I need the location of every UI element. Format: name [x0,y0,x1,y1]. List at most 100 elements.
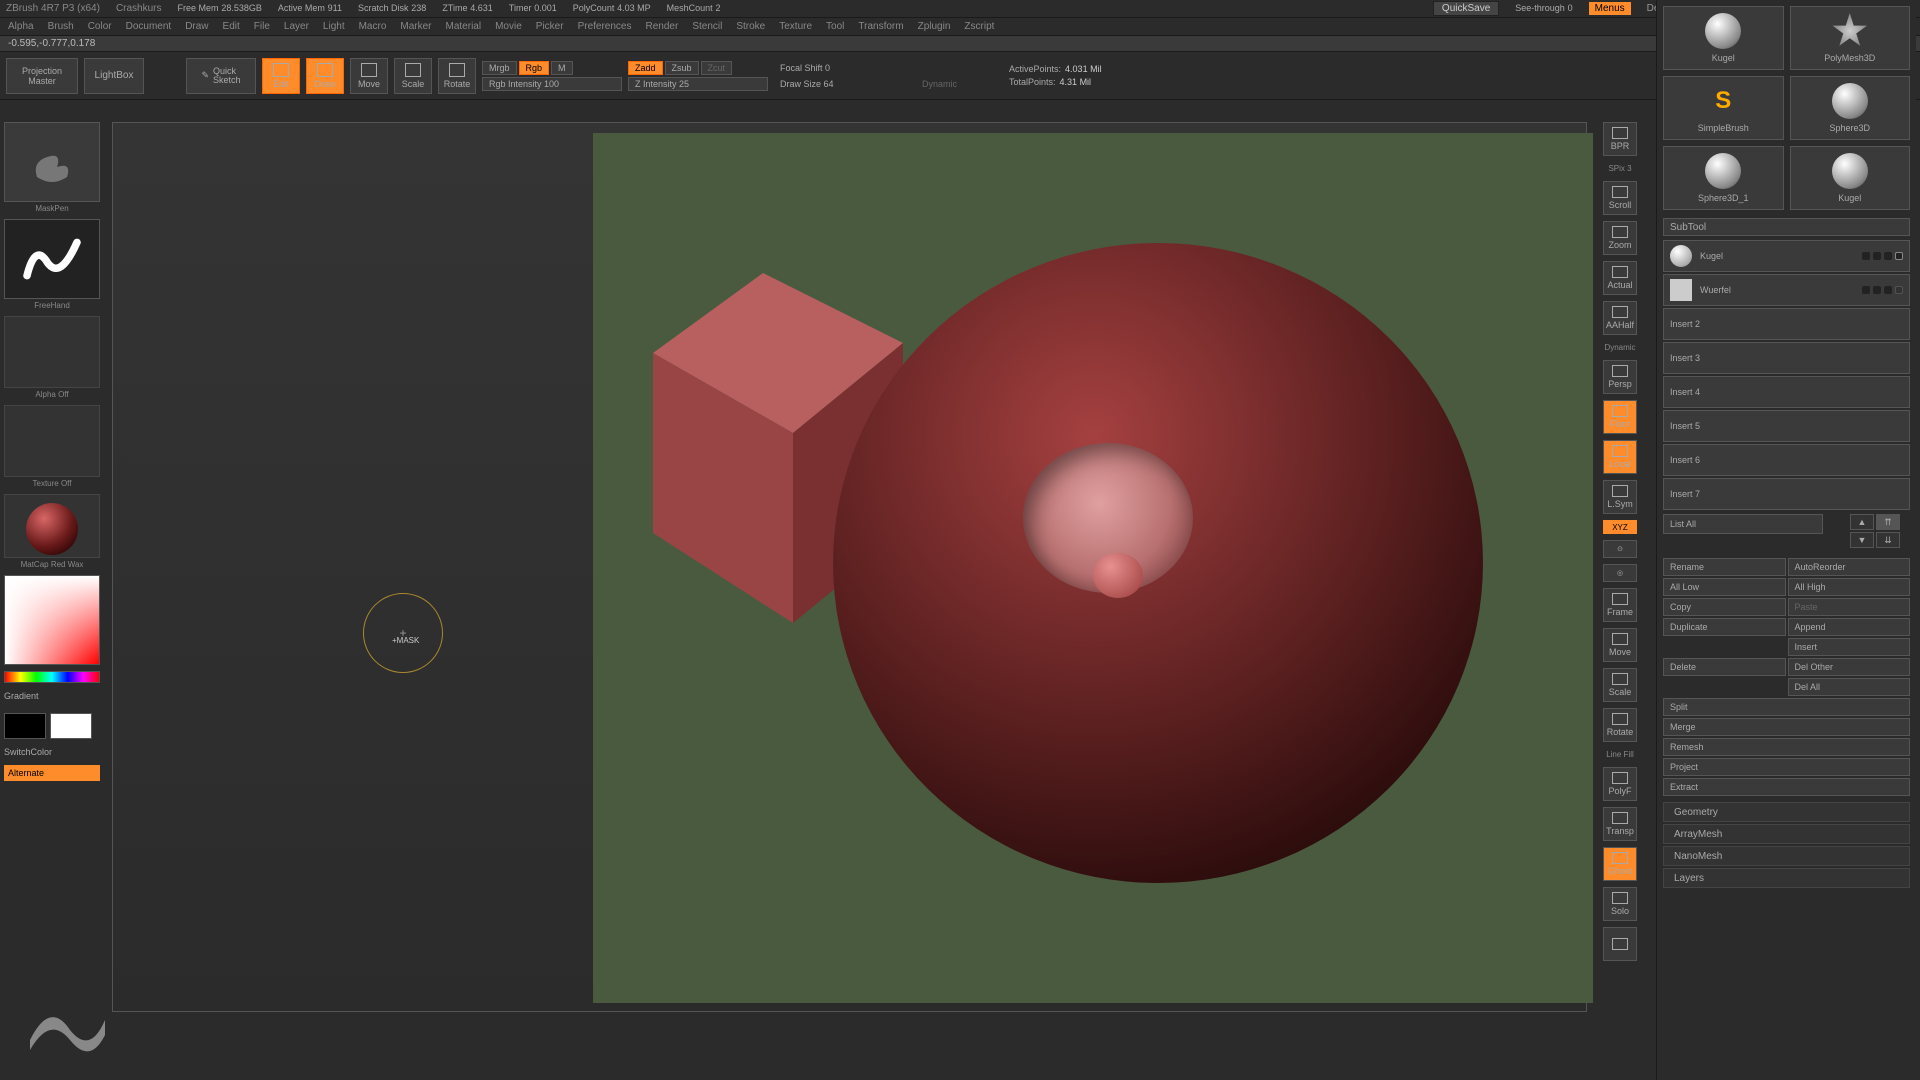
zsub-button[interactable]: Zsub [665,61,699,75]
quicksave-button[interactable]: QuickSave [1433,1,1499,16]
tool-sphere3d[interactable]: Sphere3D [1790,76,1911,140]
rename-button[interactable]: Rename [1663,558,1786,576]
edit-mode-button[interactable]: Edit [262,58,300,94]
extract-button[interactable]: Extract [1663,778,1910,796]
projection-master-button[interactable]: ProjectionMaster [6,58,78,94]
actual-button[interactable]: Actual [1603,261,1637,295]
m-button[interactable]: M [551,61,573,75]
frame-button[interactable]: Frame [1603,588,1637,622]
menu-edit[interactable]: Edit [223,21,240,32]
list-all-button[interactable]: List All [1663,514,1823,534]
tool-kugel[interactable]: Kugel [1663,6,1784,70]
subtool-row-3[interactable]: Insert 3 [1663,342,1910,374]
hue-bar[interactable] [4,671,100,683]
swatch-white[interactable] [50,713,92,739]
rotate-mode-button[interactable]: Rotate [438,58,476,94]
brush-thumbnail[interactable] [4,122,100,202]
solo-button[interactable]: Solo [1603,887,1637,921]
mrgb-button[interactable]: Mrgb [482,61,517,75]
center-icon[interactable]: ⊙ [1603,540,1637,558]
subtool-header[interactable]: SubTool [1663,218,1910,236]
material-thumbnail[interactable] [4,494,100,558]
menus-button[interactable]: Menus [1589,2,1631,15]
alternate-button[interactable]: Alternate [4,765,100,781]
tool-kugel2[interactable]: Kugel [1790,146,1911,210]
menu-render[interactable]: Render [646,21,679,32]
menu-zscript[interactable]: Zscript [964,21,994,32]
alllow-button[interactable]: All Low [1663,578,1786,596]
menu-brush[interactable]: Brush [48,21,74,32]
menu-layer[interactable]: Layer [284,21,309,32]
aahalf-button[interactable]: AAHalf [1603,301,1637,335]
gradient-label[interactable]: Gradient [4,689,100,703]
remesh-button[interactable]: Remesh [1663,738,1910,756]
rotate-nav-button[interactable]: Rotate [1603,708,1637,742]
swatch-black[interactable] [4,713,46,739]
menu-picker[interactable]: Picker [536,21,564,32]
scale-mode-button[interactable]: Scale [394,58,432,94]
menu-draw[interactable]: Draw [185,21,208,32]
ghost-button[interactable]: Ghost [1603,847,1637,881]
persp-button[interactable]: Persp [1603,360,1637,394]
insert-button[interactable]: Insert [1788,638,1911,656]
xyz-button[interactable]: XYZ [1603,520,1637,534]
move-up-icon[interactable]: ▲ [1850,514,1874,530]
menu-file[interactable]: File [254,21,270,32]
zoom-button[interactable]: Zoom [1603,221,1637,255]
move-mode-button[interactable]: Move [350,58,388,94]
quick-sketch-button[interactable]: ✎ QuickSketch [186,58,256,94]
focal-shift-slider[interactable]: Focal Shift 0 [774,61,914,75]
project-button[interactable]: Project [1663,758,1910,776]
local-button[interactable]: Local [1603,440,1637,474]
panel-nanomesh[interactable]: NanoMesh [1663,846,1910,866]
lightbox-button[interactable]: LightBox [84,58,144,94]
texture-thumbnail[interactable] [4,405,100,477]
rgb-button[interactable]: Rgb [519,61,550,75]
menu-macro[interactable]: Macro [359,21,387,32]
transp-button[interactable]: Transp [1603,807,1637,841]
menu-marker[interactable]: Marker [400,21,431,32]
subtool-row-6[interactable]: Insert 6 [1663,444,1910,476]
paste-button[interactable]: Paste [1788,598,1911,616]
menu-alpha[interactable]: Alpha [8,21,34,32]
subtool-row-4[interactable]: Insert 4 [1663,376,1910,408]
rgb-intensity-slider[interactable]: Rgb Intensity 100 [482,77,622,91]
menu-stroke[interactable]: Stroke [736,21,765,32]
menu-texture[interactable]: Texture [779,21,812,32]
zadd-button[interactable]: Zadd [628,61,663,75]
spix-label[interactable]: SPix 3 [1608,162,1631,175]
tool-polymesh[interactable]: PolyMesh3D [1790,6,1911,70]
delother-button[interactable]: Del Other [1788,658,1911,676]
subtool-row-7[interactable]: Insert 7 [1663,478,1910,510]
menu-zplugin[interactable]: Zplugin [918,21,951,32]
menu-light[interactable]: Light [323,21,345,32]
subtool-row-5[interactable]: Insert 5 [1663,410,1910,442]
move-nav-button[interactable]: Move [1603,628,1637,662]
zcut-button[interactable]: Zcut [701,61,733,75]
panel-geometry[interactable]: Geometry [1663,802,1910,822]
panel-layers[interactable]: Layers [1663,868,1910,888]
subtool-row-2[interactable]: Insert 2 [1663,308,1910,340]
scroll-button[interactable]: Scroll [1603,181,1637,215]
stroke-thumbnail[interactable] [4,219,100,299]
move-top-icon[interactable]: ⇈ [1876,514,1900,530]
draw-mode-button[interactable]: Draw [306,58,344,94]
delete-button[interactable]: Delete [1663,658,1786,676]
color-picker[interactable] [4,575,100,665]
delall-button[interactable]: Del All [1788,678,1911,696]
floor-button[interactable]: Floor [1603,400,1637,434]
menu-stencil[interactable]: Stencil [692,21,722,32]
lsym-button[interactable]: L.Sym [1603,480,1637,514]
menu-document[interactable]: Document [126,21,172,32]
split-button[interactable]: Split [1663,698,1910,716]
alpha-thumbnail[interactable] [4,316,100,388]
z-intensity-slider[interactable]: Z Intensity 25 [628,77,768,91]
tool-simplebrush[interactable]: SSimpleBrush [1663,76,1784,140]
switch-color[interactable]: SwitchColor [4,745,100,759]
move-bottom-icon[interactable]: ⇊ [1876,532,1900,548]
move-down-icon[interactable]: ▼ [1850,532,1874,548]
menu-movie[interactable]: Movie [495,21,522,32]
menu-preferences[interactable]: Preferences [578,21,632,32]
panel-arraymesh[interactable]: ArrayMesh [1663,824,1910,844]
subtool-row-wuerfel[interactable]: Wuerfel [1663,274,1910,306]
